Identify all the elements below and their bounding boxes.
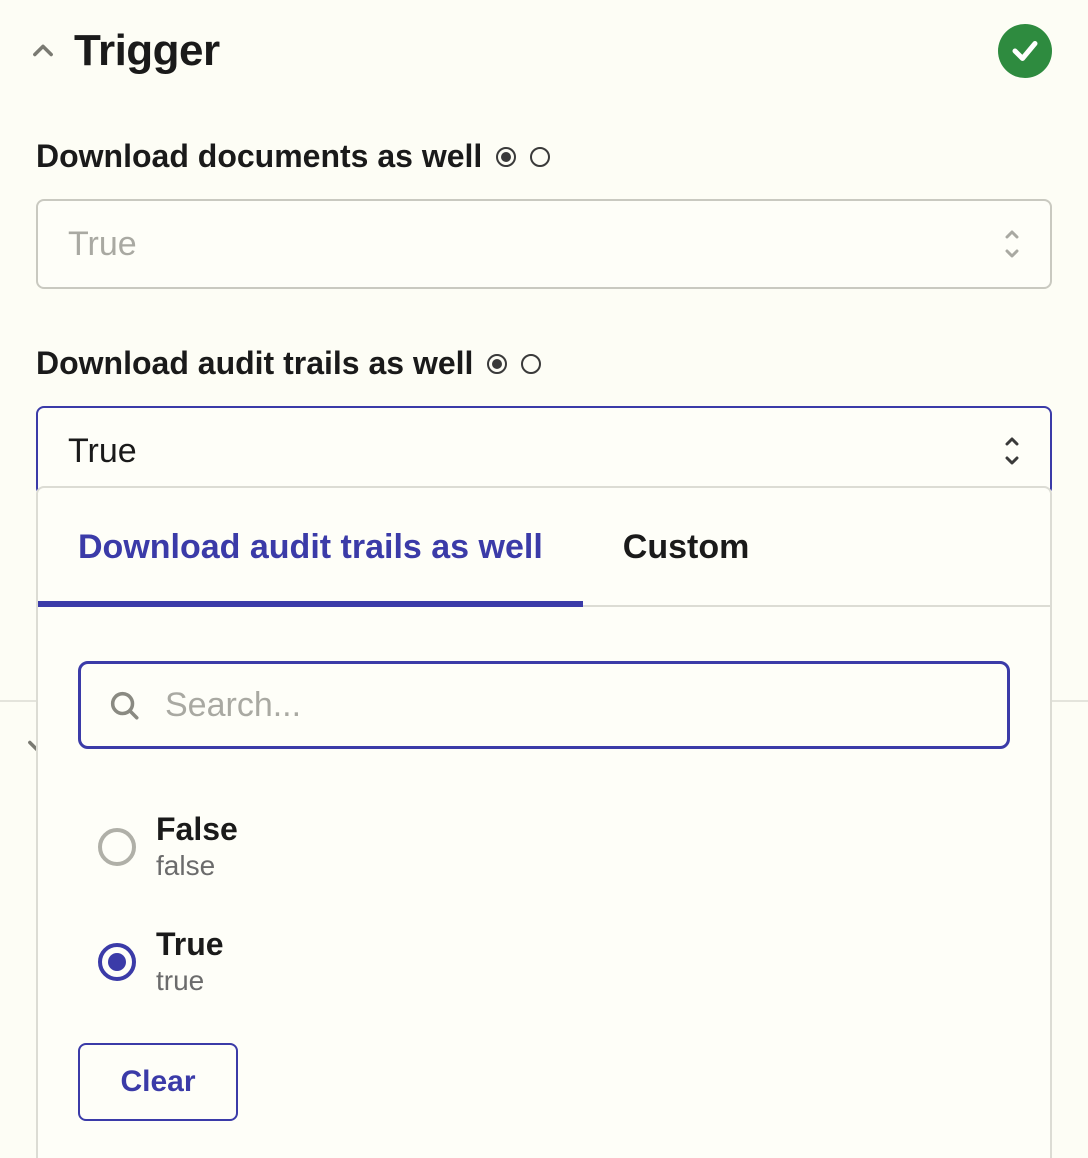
field-download-audit-trails: Download audit trails as well True [36, 345, 1052, 496]
search-box[interactable] [78, 661, 1010, 749]
select-value: True [68, 432, 137, 471]
field-label: Download audit trails as well [36, 345, 473, 382]
option-texts: False false [156, 811, 238, 882]
option-label: False [156, 811, 238, 848]
status-complete-icon [998, 24, 1052, 78]
option-value: false [156, 850, 238, 882]
options-list: False false True true [38, 789, 1050, 1019]
radio-indicator-empty-icon[interactable] [530, 147, 550, 167]
option-texts: True true [156, 926, 224, 997]
fields-container: Download documents as well True Download… [0, 78, 1088, 496]
tab-field[interactable]: Download audit trails as well [78, 488, 543, 605]
option-false[interactable]: False false [78, 789, 1010, 904]
radio-indicator-filled-icon[interactable] [496, 147, 516, 167]
option-value: true [156, 965, 224, 997]
tab-custom[interactable]: Custom [623, 488, 750, 605]
field-download-documents: Download documents as well True [36, 138, 1052, 289]
select-dropdown-panel: Download audit trails as well Custom Fal… [36, 486, 1052, 1158]
field-label-row: Download documents as well [36, 138, 1052, 175]
select-chevrons-icon [1000, 223, 1024, 265]
section-header: Trigger [0, 0, 1088, 78]
radio-icon [98, 828, 136, 866]
dropdown-tabs: Download audit trails as well Custom [38, 488, 1050, 607]
download-documents-select[interactable]: True [36, 199, 1052, 289]
download-audit-trails-select[interactable]: True [36, 406, 1052, 496]
option-label: True [156, 926, 224, 963]
radio-indicator-empty-icon[interactable] [521, 354, 541, 374]
field-label-row: Download audit trails as well [36, 345, 1052, 382]
option-true[interactable]: True true [78, 904, 1010, 1019]
search-icon [107, 688, 141, 722]
radio-indicator-filled-icon[interactable] [487, 354, 507, 374]
radio-selected-icon [98, 943, 136, 981]
chevron-up-icon[interactable] [24, 32, 62, 70]
select-value: True [68, 225, 137, 264]
section-title: Trigger [74, 26, 220, 76]
trigger-config-panel: Trigger Download documents as well True … [0, 0, 1088, 1158]
field-label: Download documents as well [36, 138, 482, 175]
clear-button[interactable]: Clear [78, 1043, 238, 1121]
select-chevrons-icon [1000, 430, 1024, 472]
search-container [38, 607, 1050, 789]
search-input[interactable] [163, 685, 981, 726]
